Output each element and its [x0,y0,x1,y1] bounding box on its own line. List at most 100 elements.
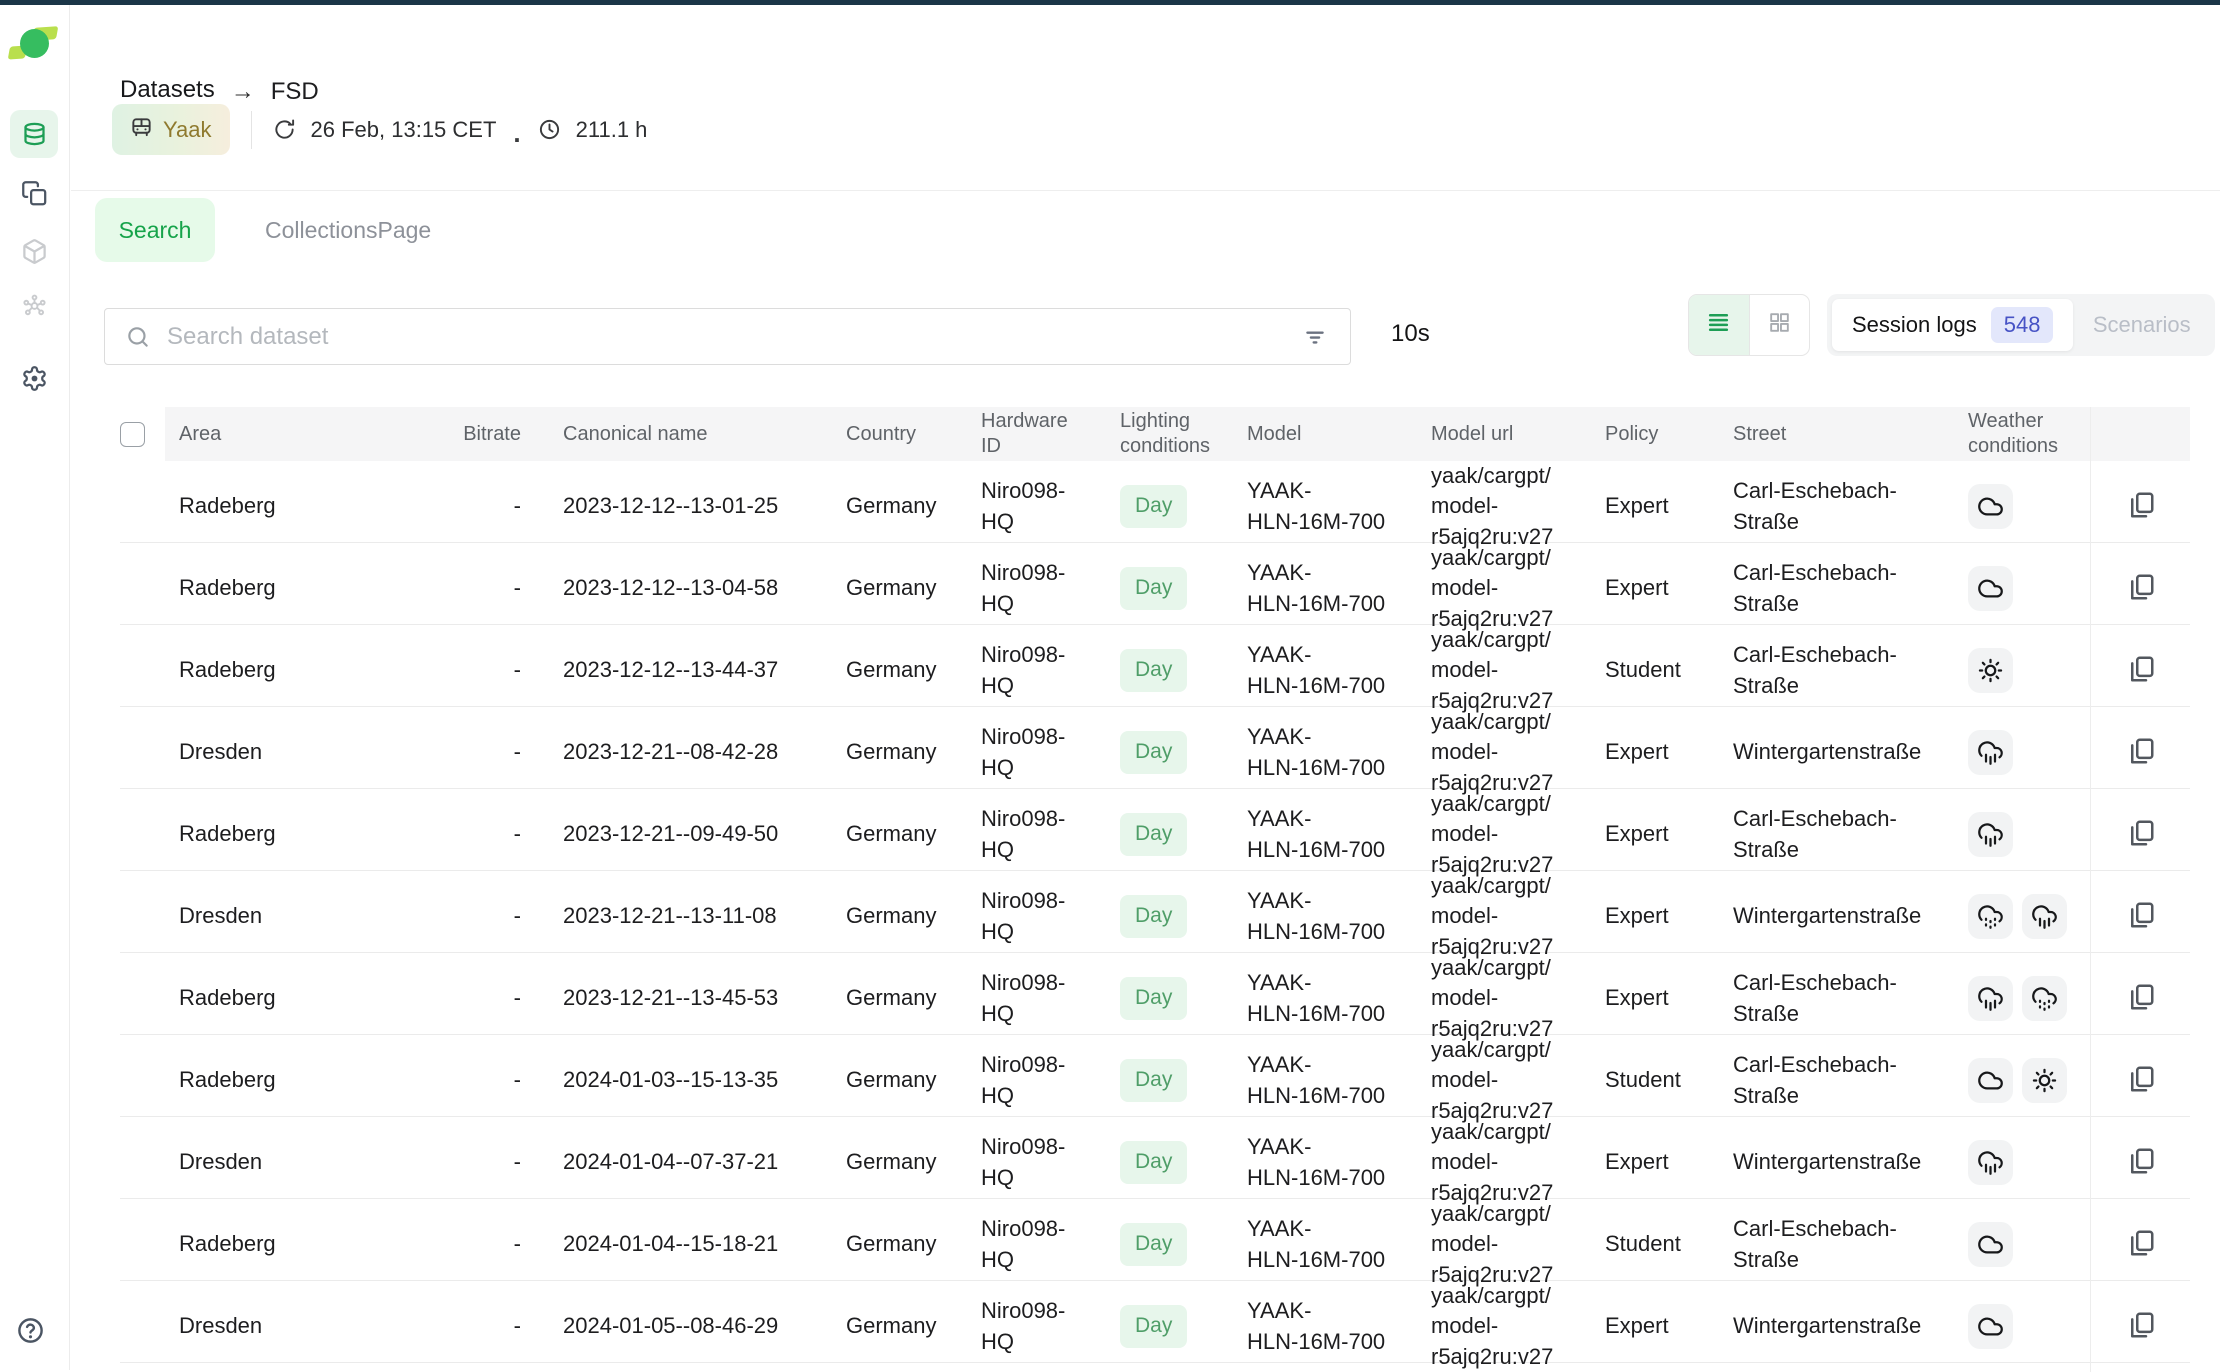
cell-hardware-id: Niro098- HQ [975,1281,1110,1372]
sidebar-item-collections[interactable] [10,169,58,217]
select-all-checkbox[interactable] [120,422,145,447]
cell-hardware-id: Niro098- HQ [975,707,1110,798]
row-checkbox-cell [120,871,165,962]
sidebar-item-packages[interactable] [10,227,58,275]
search-input[interactable] [167,323,1302,351]
help-button[interactable] [16,1316,45,1350]
copy-button[interactable] [2119,485,2163,529]
table-row[interactable]: Radeberg - 2023-12-12--13-04-58 Germany … [120,543,2190,625]
copy-button[interactable] [2119,895,2163,939]
cloud-icon [1968,1058,2013,1103]
cell-policy: Student [1595,625,1725,716]
column-header-policy: Policy [1595,407,1725,461]
cell-area: Dresden [165,871,455,962]
header-divider [71,190,2220,191]
copy-icon [2126,818,2156,851]
copy-icon [2126,982,2156,1015]
rain-icon [1968,812,2013,857]
refresh-interval[interactable]: 10s [1391,320,1430,348]
cell-lighting: Day [1110,707,1235,798]
filter-icon[interactable] [1302,324,1328,350]
weather-cell [1960,1035,2090,1126]
lighting-badge: Day [1120,485,1187,528]
sun-icon [2022,1058,2067,1103]
table-row[interactable]: Dresden - 2024-01-05--08-46-29 Germany N… [120,1281,2190,1363]
cell-lighting: Day [1110,953,1235,1044]
search-box [104,308,1351,365]
table-row[interactable]: Dresden - 2023-12-21--08-42-28 Germany N… [120,707,2190,789]
cell-area: Radeberg [165,461,455,552]
copy-button[interactable] [2119,1141,2163,1185]
column-header-country: Country [840,407,975,461]
cell-model: YAAK- HLN-16M-700 [1235,1199,1425,1290]
cell-actions [2090,789,2190,880]
table-row[interactable]: Radeberg - 2023-12-12--13-01-25 Germany … [120,461,2190,543]
copy-button[interactable] [2119,813,2163,857]
table-row[interactable]: Radeberg - 2023-12-21--09-49-50 Germany … [120,789,2190,871]
row-checkbox-cell [120,543,165,634]
copy-button[interactable] [2119,649,2163,693]
cell-area: Radeberg [165,1199,455,1290]
cloud-icon [1968,1304,2013,1349]
copy-button[interactable] [2119,731,2163,775]
row-checkbox-cell [120,1117,165,1208]
segment-scenarios[interactable]: Scenarios [2073,299,2210,351]
cell-canonical-name: 2024-01-04--07-37-21 [545,1117,840,1208]
cell-actions [2090,543,2190,634]
cell-actions [2090,1117,2190,1208]
cell-bitrate: - [455,1117,545,1208]
lighting-badge: Day [1120,1305,1187,1348]
cell-country: Germany [840,707,975,798]
total-duration: 211.1 h [576,117,648,143]
cell-policy: Student [1595,1035,1725,1126]
cell-canonical-name: 2023-12-21--13-11-08 [545,871,840,962]
copy-button[interactable] [2119,977,2163,1021]
tab-collections-page[interactable]: CollectionsPage [265,217,431,244]
rain-icon [1968,976,2013,1021]
column-header-model-url: Model url [1425,407,1595,461]
copy-button[interactable] [2119,567,2163,611]
vehicle-badge[interactable]: Yaak [112,104,230,155]
sidebar-item-network[interactable] [10,282,58,330]
cell-model: YAAK- HLN-16M-700 [1235,625,1425,716]
sidebar-item-settings[interactable] [10,354,58,402]
session-logs-label: Session logs [1852,312,1977,338]
table-row[interactable]: Radeberg - 2024-01-03--15-13-35 Germany … [120,1035,2190,1117]
sidebar-item-datasets[interactable] [10,110,58,158]
cell-hardware-id: Niro098- HQ [975,1035,1110,1126]
cell-street: Carl-Eschebach- Straße [1725,1199,1960,1290]
breadcrumb-arrow-icon: → [231,78,255,106]
select-all-cell [120,407,165,461]
cell-model-url: yaak/cargpt/ model- r5ajq2ru:v27 [1425,1199,1595,1290]
table-row[interactable]: Radeberg - 2023-12-12--13-44-37 Germany … [120,625,2190,707]
cell-canonical-name: 2024-01-04--15-18-21 [545,1199,840,1290]
cell-area: Radeberg [165,789,455,880]
cell-bitrate: - [455,461,545,552]
cell-area: Radeberg [165,1035,455,1126]
app-logo[interactable] [9,27,59,61]
list-view-button[interactable] [1689,295,1749,355]
logo-disc [20,29,49,58]
cell-actions [2090,1281,2190,1372]
rain-icon [2022,894,2067,939]
cell-hardware-id: Niro098- HQ [975,953,1110,1044]
copy-button[interactable] [2119,1059,2163,1103]
cell-actions [2090,461,2190,552]
cell-country: Germany [840,461,975,552]
grid-view-button[interactable] [1749,295,1810,355]
table-row[interactable]: Dresden - 2023-12-21--13-11-08 Germany N… [120,871,2190,953]
tab-search[interactable]: Search [95,198,215,262]
weather-cell [1960,953,2090,1044]
copy-button[interactable] [2119,1223,2163,1267]
recorded-at-icon [273,118,296,141]
segment-session-logs[interactable]: Session logs 548 [1832,299,2073,351]
cell-actions [2090,953,2190,1044]
cell-policy: Expert [1595,789,1725,880]
cell-street: Wintergartenstraße [1725,707,1960,798]
copy-button[interactable] [2119,1305,2163,1349]
weather-cell [1960,1281,2090,1372]
cell-canonical-name: 2023-12-12--13-01-25 [545,461,840,552]
table-row[interactable]: Dresden - 2024-01-04--07-37-21 Germany N… [120,1117,2190,1199]
table-row[interactable]: Radeberg - 2024-01-04--15-18-21 Germany … [120,1199,2190,1281]
table-row[interactable]: Radeberg - 2023-12-21--13-45-53 Germany … [120,953,2190,1035]
